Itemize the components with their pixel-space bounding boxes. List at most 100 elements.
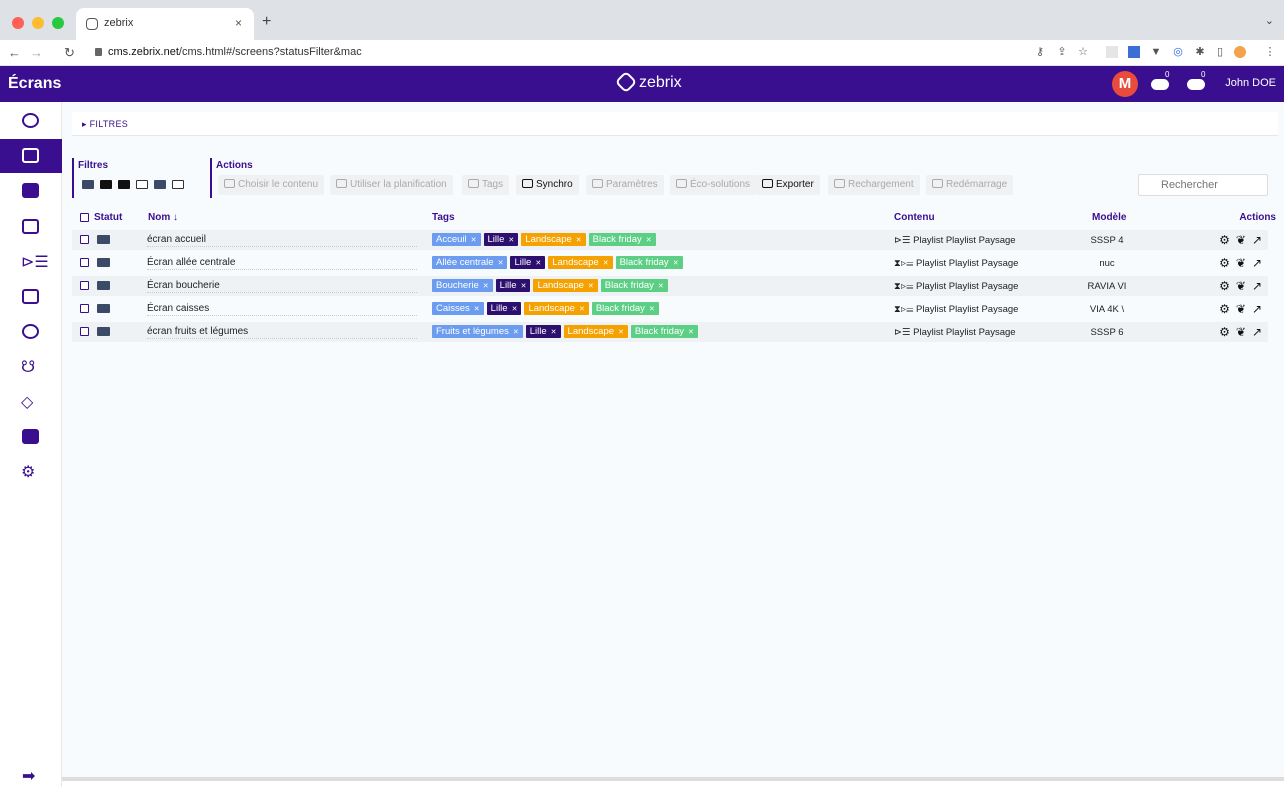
- row-stats-chart-icon[interactable]: ↗: [1252, 279, 1262, 293]
- table-row[interactable]: Écran boucherie Boucherie ✕ Lille ✕ Landscape…: [72, 276, 1268, 296]
- reload-button[interactable]: Rechargement: [828, 175, 920, 195]
- tab-close-icon[interactable]: ×: [235, 16, 242, 30]
- remove-tag-icon[interactable]: ✕: [483, 283, 489, 290]
- remove-tag-icon[interactable]: ✕: [618, 329, 624, 336]
- filter-empty-screen-icon[interactable]: [136, 180, 148, 189]
- row-checkbox[interactable]: [80, 281, 89, 290]
- remove-tag-icon[interactable]: ✕: [658, 283, 664, 290]
- user-name[interactable]: John DOE: [1225, 77, 1276, 89]
- remove-tag-icon[interactable]: ✕: [579, 306, 585, 313]
- maximize-window-button[interactable]: [52, 17, 64, 29]
- remove-tag-icon[interactable]: ✕: [673, 260, 679, 267]
- filter-online-screen-icon[interactable]: [82, 180, 94, 189]
- restart-button[interactable]: Redémarrage: [926, 175, 1014, 195]
- sidebar-item-database[interactable]: [0, 315, 62, 349]
- sidebar-item-folder[interactable]: [0, 210, 62, 244]
- filters-toggle[interactable]: ▸ FILTRES: [72, 112, 1278, 136]
- use-schedule-button[interactable]: Utiliser la planification: [330, 175, 453, 195]
- sidebar-item-calendar[interactable]: [0, 280, 62, 314]
- remove-tag-icon[interactable]: ✕: [551, 329, 557, 336]
- row-eco-leaf-icon[interactable]: ❦: [1236, 279, 1246, 293]
- bookmark-star-icon[interactable]: ☆: [1077, 46, 1089, 58]
- back-arrow-icon[interactable]: ←: [8, 45, 21, 60]
- row-eco-leaf-icon[interactable]: ❦: [1236, 256, 1246, 270]
- row-settings-icon[interactable]: ⚙: [1219, 325, 1230, 339]
- row-settings-icon[interactable]: ⚙: [1219, 233, 1230, 247]
- screen-name[interactable]: Écran allée centrale: [147, 257, 417, 270]
- row-eco-leaf-icon[interactable]: ❦: [1236, 233, 1246, 247]
- profile-icon[interactable]: [1234, 46, 1246, 58]
- search-input[interactable]: [1138, 174, 1268, 196]
- sidebar-item-groups[interactable]: ☋: [0, 350, 62, 384]
- parameters-button[interactable]: Paramètres: [586, 175, 664, 195]
- minimize-window-button[interactable]: [32, 17, 44, 29]
- remove-tag-icon[interactable]: ✕: [474, 306, 480, 313]
- tags-button[interactable]: Tags: [462, 175, 510, 195]
- header-nom[interactable]: Nom ↓: [148, 212, 178, 223]
- table-row[interactable]: écran accueil Acceuil ✕ Lille ✕ Landscape ✕ Bla…: [72, 230, 1268, 250]
- url-field[interactable]: cms.zebrix.net/cms.html#/screens?statusF…: [108, 46, 362, 58]
- tab-menu-chevron-icon[interactable]: ⌄: [1265, 14, 1274, 27]
- row-checkbox[interactable]: [80, 304, 89, 313]
- vue-extension-icon[interactable]: ▼: [1150, 46, 1162, 58]
- extension-icon[interactable]: [1106, 46, 1118, 58]
- forward-arrow-icon[interactable]: →: [30, 45, 43, 60]
- content-link[interactable]: ⧗⊳☰ Playlist Playlist Paysage: [894, 281, 1018, 292]
- row-checkbox[interactable]: [80, 327, 89, 336]
- sidebar-item-playlist[interactable]: ⊳☰: [0, 245, 62, 279]
- content-link[interactable]: ⧗⊳☰ Playlist Playlist Paysage: [894, 304, 1018, 315]
- brand-logo[interactable]: zebrix: [614, 70, 682, 94]
- row-checkbox[interactable]: [80, 258, 89, 267]
- content-link[interactable]: ⧗⊳☰ Playlist Playlist Paysage: [894, 258, 1018, 269]
- new-tab-button[interactable]: +: [262, 13, 271, 31]
- screen-name[interactable]: Écran boucherie: [147, 280, 417, 293]
- screen-name[interactable]: Écran caisses: [147, 303, 417, 316]
- remove-tag-icon[interactable]: ✕: [498, 260, 504, 267]
- table-row[interactable]: Écran caisses Caisses ✕ Lille ✕ Landscape ✕ Bla…: [72, 299, 1268, 319]
- row-settings-icon[interactable]: ⚙: [1219, 279, 1230, 293]
- sidebar-item-screens[interactable]: [0, 139, 62, 173]
- sidebar-item-settings[interactable]: ⚙: [0, 455, 62, 489]
- extension-icon[interactable]: [1128, 46, 1140, 58]
- remove-tag-icon[interactable]: ✕: [576, 237, 582, 244]
- select-all-checkbox[interactable]: [80, 213, 89, 222]
- key-icon[interactable]: ⚷: [1034, 46, 1046, 58]
- content-link[interactable]: ⊳☰ Playlist Playlist Paysage: [894, 235, 1016, 246]
- logout-icon[interactable]: ➡: [22, 766, 35, 786]
- avatar[interactable]: M: [1112, 71, 1138, 97]
- remove-tag-icon[interactable]: ✕: [512, 306, 518, 313]
- content-link[interactable]: ⊳☰ Playlist Playlist Paysage: [894, 327, 1016, 338]
- filter-warning-screen-icon[interactable]: [154, 180, 166, 189]
- cloud-download-icon[interactable]: 0: [1151, 70, 1171, 90]
- remove-tag-icon[interactable]: ✕: [513, 329, 519, 336]
- remove-tag-icon[interactable]: ✕: [508, 237, 514, 244]
- cloud-upload-icon[interactable]: 0: [1187, 70, 1207, 90]
- horizontal-scrollbar[interactable]: [62, 777, 1284, 781]
- export-button[interactable]: Exporter: [756, 175, 820, 195]
- remove-tag-icon[interactable]: ✕: [646, 237, 652, 244]
- row-settings-icon[interactable]: ⚙: [1219, 302, 1230, 316]
- filter-black-screen-icon[interactable]: [100, 180, 112, 189]
- puzzle-icon[interactable]: ✱: [1194, 46, 1206, 58]
- browser-tab[interactable]: zebrix ×: [76, 8, 254, 40]
- remove-tag-icon[interactable]: ✕: [535, 260, 541, 267]
- screen-name[interactable]: écran accueil: [147, 234, 417, 247]
- eco-solutions-button[interactable]: Éco-solutions: [670, 175, 757, 195]
- remove-tag-icon[interactable]: ✕: [521, 283, 527, 290]
- reload-icon[interactable]: ↻: [64, 45, 75, 61]
- sidepanel-icon[interactable]: ▯: [1214, 46, 1226, 58]
- row-eco-leaf-icon[interactable]: ❦: [1236, 302, 1246, 316]
- header-contenu[interactable]: Contenu: [894, 212, 935, 223]
- row-stats-chart-icon[interactable]: ↗: [1252, 325, 1262, 339]
- table-row[interactable]: Écran allée centrale Allée centrale ✕ Lille…: [72, 253, 1268, 273]
- row-stats-chart-icon[interactable]: ↗: [1252, 302, 1262, 316]
- remove-tag-icon[interactable]: ✕: [471, 237, 477, 244]
- sidebar-item-tags[interactable]: ◇: [0, 385, 62, 419]
- sidebar-item-media[interactable]: [0, 174, 62, 208]
- extension-icon[interactable]: ◎: [1172, 46, 1184, 58]
- row-eco-leaf-icon[interactable]: ❦: [1236, 325, 1246, 339]
- remove-tag-icon[interactable]: ✕: [649, 306, 655, 313]
- filter-offline-screen-icon[interactable]: [118, 180, 130, 189]
- remove-tag-icon[interactable]: ✕: [603, 260, 609, 267]
- row-stats-chart-icon[interactable]: ↗: [1252, 233, 1262, 247]
